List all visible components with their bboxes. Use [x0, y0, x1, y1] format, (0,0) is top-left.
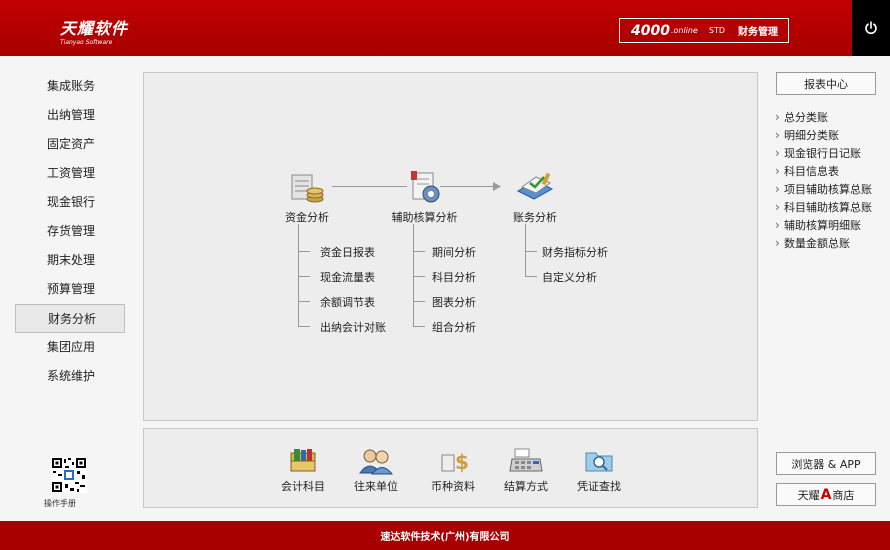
product-version: 4000 .online STD 财务管理 [619, 18, 789, 43]
version-online: .online [670, 26, 698, 35]
financial-indicator-link[interactable]: 财务指标分析 [542, 244, 608, 260]
tree-line [413, 224, 414, 326]
aux-analysis-label: 辅助核算分析 [391, 211, 458, 224]
manual-label[interactable]: 操作手册 [44, 498, 76, 509]
logo-en: Tianyao Software [60, 39, 113, 46]
settlement-icon [509, 448, 543, 472]
power-icon [865, 21, 877, 35]
fund-analysis-node[interactable]: 资金分析 [282, 169, 332, 225]
power-button[interactable] [852, 0, 890, 56]
sidebar-nav: 集成账务 出纳管理 固定资产 工资管理 现金银行 存货管理 期末处理 预算管理 … [15, 72, 125, 391]
aux-analysis-node[interactable]: 辅助核算分析 [387, 169, 462, 225]
balance-reconciliation-link[interactable]: 余额调节表 [320, 294, 375, 310]
custom-analysis-link[interactable]: 自定义分析 [542, 269, 597, 285]
svg-text:$: $ [455, 450, 468, 474]
tree-branch [298, 301, 310, 302]
version-module: 财务管理 [738, 27, 779, 38]
accounting-subject-tool[interactable]: 会计科目 [280, 447, 326, 494]
sidebar-item-financial-analysis[interactable]: 财务分析 [15, 304, 125, 333]
sidebar-item-integrated-accounts[interactable]: 集成账务 [15, 72, 125, 101]
analysis-panel: 资金分析 辅助核算分析 账务分析 资金日报表 现金流量表 余额调节表 出纳会计对… [143, 72, 758, 421]
company-name: 速达软件技术(广州)有限公司 [380, 532, 510, 543]
sidebar-item-period-end[interactable]: 期末处理 [15, 246, 125, 275]
sidebar-item-fixed-assets[interactable]: 固定资产 [15, 130, 125, 159]
report-quantity-amount[interactable]: 数量金额总账 [774, 234, 884, 253]
combination-analysis-link[interactable]: 组合分析 [432, 319, 476, 335]
logo-cn: 天耀软件 [60, 19, 129, 38]
store-suffix: 商店 [832, 488, 855, 502]
currency-tool[interactable]: $ 币种资料 [430, 447, 476, 494]
report-center-button[interactable]: 报表中心 [776, 72, 876, 95]
tree-branch [413, 251, 425, 252]
report-detail-ledger[interactable]: 明细分类账 [774, 126, 884, 145]
chart-analysis-link[interactable]: 图表分析 [432, 294, 476, 310]
account-analysis-label: 账务分析 [513, 211, 557, 224]
tree-line [298, 224, 299, 326]
app-store-button[interactable]: 天耀 A 商店 [776, 483, 876, 506]
tree-branch [413, 326, 425, 327]
footer: 速达软件技术(广州)有限公司 [0, 521, 890, 550]
sidebar-item-cash-bank[interactable]: 现金银行 [15, 188, 125, 217]
sidebar-item-inventory[interactable]: 存货管理 [15, 217, 125, 246]
accounting-subject-label: 会计科目 [281, 480, 325, 493]
tree-branch [525, 276, 537, 277]
fund-daily-report-link[interactable]: 资金日报表 [320, 244, 375, 260]
brand-logo: 天耀软件 Tianyao Software [60, 15, 128, 46]
period-analysis-link[interactable]: 期间分析 [432, 244, 476, 260]
sidebar-item-group[interactable]: 集团应用 [15, 333, 125, 362]
currency-label: 币种资料 [431, 480, 475, 493]
sidebar-item-cashier[interactable]: 出纳管理 [15, 101, 125, 130]
tree-branch [525, 251, 537, 252]
settlement-tool[interactable]: 结算方式 [503, 447, 549, 494]
report-list: 总分类账 明细分类账 现金银行日记账 科目信息表 项目辅助核算总账 科目辅助核算… [774, 108, 884, 253]
sidebar-item-budget[interactable]: 预算管理 [15, 275, 125, 304]
account-analysis-icon [516, 172, 554, 200]
contacts-label: 往来单位 [354, 480, 398, 493]
store-prefix: 天耀 [797, 488, 820, 502]
accounting-subject-icon [290, 449, 316, 472]
voucher-search-label: 凭证查找 [577, 480, 621, 493]
browser-app-button[interactable]: 浏览器 & APP [776, 452, 876, 475]
report-aux-detail[interactable]: 辅助核算明细账 [774, 216, 884, 235]
fund-analysis-icon [291, 174, 324, 203]
currency-icon: $ [441, 450, 468, 474]
sidebar-item-system[interactable]: 系统维护 [15, 362, 125, 391]
report-project-aux-ledger[interactable]: 项目辅助核算总账 [774, 180, 884, 199]
report-subject-info[interactable]: 科目信息表 [774, 162, 884, 181]
account-analysis-node[interactable]: 账务分析 [505, 169, 565, 225]
settlement-label: 结算方式 [504, 480, 548, 493]
report-general-ledger[interactable]: 总分类账 [774, 108, 884, 127]
tree-branch [413, 301, 425, 302]
report-cash-bank-journal[interactable]: 现金银行日记账 [774, 144, 884, 163]
voucher-search-tool[interactable]: 凭证查找 [576, 447, 622, 494]
qr-code-icon[interactable] [51, 457, 87, 493]
tools-panel: 会计科目 往来单位 $ 币种资料 结算方式 凭证查找 [143, 428, 758, 508]
tree-branch [298, 326, 310, 327]
tree-branch [413, 276, 425, 277]
contacts-icon [359, 449, 394, 475]
store-a-icon: A [820, 486, 832, 503]
aux-analysis-icon [410, 171, 439, 203]
contacts-tool[interactable]: 往来单位 [353, 447, 399, 494]
version-edition: STD [708, 26, 726, 35]
subject-analysis-link[interactable]: 科目分析 [432, 269, 476, 285]
top-bar: 天耀软件 Tianyao Software 4000 .online STD 财… [0, 0, 890, 56]
tree-branch [298, 251, 310, 252]
version-number: 4000 [631, 22, 670, 39]
fund-analysis-label: 资金分析 [285, 211, 329, 224]
cash-flow-statement-link[interactable]: 现金流量表 [320, 269, 375, 285]
report-subject-aux-ledger[interactable]: 科目辅助核算总账 [774, 198, 884, 217]
sidebar-item-payroll[interactable]: 工资管理 [15, 159, 125, 188]
voucher-search-icon [585, 452, 613, 472]
cashier-reconciliation-link[interactable]: 出纳会计对账 [320, 319, 386, 335]
arrow-right-icon [493, 182, 501, 191]
tree-line [525, 224, 526, 276]
tree-branch [298, 276, 310, 277]
